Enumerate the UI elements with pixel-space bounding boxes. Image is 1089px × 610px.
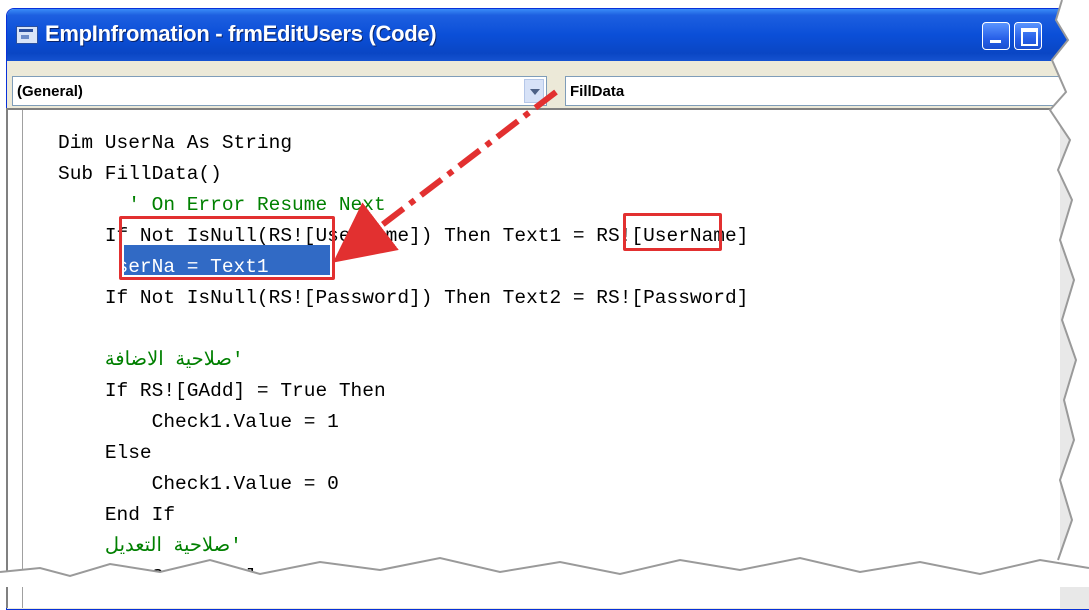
procedure-combobox[interactable]: FillData — [565, 76, 1089, 106]
code-line[interactable]: If RS![GEdit] = True Then — [58, 562, 748, 593]
code-statement: If Not IsNull(RS![Password]) Then Text2 … — [104, 287, 749, 309]
vb-code-window-icon[interactable] — [16, 26, 38, 44]
margin-indicator-bar[interactable] — [8, 110, 23, 608]
minimize-icon[interactable] — [982, 22, 1010, 50]
code-statement: Dim UserNa As String — [58, 132, 293, 154]
object-combobox-value: (General) — [17, 83, 83, 100]
code-statement: Check1.Value = 0 — [151, 473, 339, 495]
code-comment: 'صلاحية التعديل — [104, 535, 242, 557]
code-line[interactable]: If Not IsNull(RS![Password]) Then Text2 … — [58, 283, 749, 314]
code-line[interactable]: Dim UserNa As String — [58, 128, 748, 159]
code-statement: If RS![GAdd] = True Then — [104, 380, 386, 402]
code-comment: 'صلاحية الاضافة — [104, 349, 244, 371]
code-line[interactable]: If RS![GAdd] = True Then — [58, 376, 748, 407]
code-line[interactable]: 'صلاحية التعديل — [58, 531, 748, 562]
annotation-box-selected-line — [119, 216, 335, 280]
maximize-icon[interactable] — [1014, 22, 1042, 50]
annotation-box-text1 — [623, 213, 722, 251]
code-text[interactable]: Dim UserNa As String Sub FillData() ' On … — [58, 128, 748, 593]
code-line[interactable] — [58, 314, 748, 345]
code-line[interactable]: Sub FillData() — [58, 159, 748, 190]
code-line[interactable]: End If — [58, 500, 748, 531]
title-bar[interactable]: EmpInfromation - frmEditUsers (Code) — [7, 9, 1089, 61]
code-line[interactable]: 'صلاحية الاضافة — [58, 345, 748, 376]
code-statement: Check1.Value = 1 — [151, 411, 339, 433]
code-comment: ' On Error Resume Next — [128, 194, 386, 216]
code-line[interactable]: Check1.Value = 1 — [58, 407, 748, 438]
code-statement: End If — [104, 504, 176, 526]
window-title: EmpInfromation - frmEditUsers (Code) — [45, 21, 437, 46]
code-statement: If RS![GEdit] = True Then — [104, 566, 398, 588]
procedure-combobox-value: FillData — [570, 83, 625, 100]
code-line[interactable]: Else — [58, 438, 748, 469]
object-combobox[interactable]: (General) — [12, 76, 547, 106]
chevron-down-icon[interactable] — [524, 79, 544, 103]
vertical-scrollbar[interactable] — [1060, 108, 1089, 608]
code-statement: Else — [104, 442, 152, 464]
code-statement: Sub FillData() — [58, 163, 222, 185]
code-line[interactable]: Check1.Value = 0 — [58, 469, 748, 500]
